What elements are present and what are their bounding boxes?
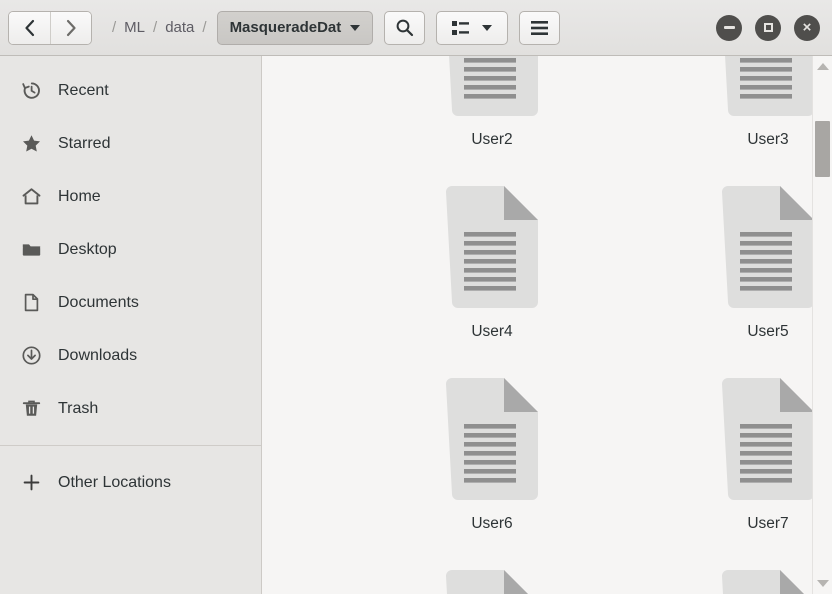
scrollbar-thumb[interactable] [815, 121, 830, 178]
file-item[interactable] [630, 560, 832, 594]
file-label: User7 [747, 515, 789, 532]
close-button[interactable]: × [794, 14, 820, 41]
file-label: User3 [747, 131, 789, 148]
home-icon [20, 186, 42, 208]
breadcrumb-separator: / [112, 19, 117, 36]
view-mode-button[interactable] [436, 10, 509, 45]
main-menu-button[interactable] [519, 10, 561, 45]
folder-icon [20, 239, 42, 261]
sidebar-item-trash[interactable]: Trash [0, 382, 261, 435]
sidebar: Recent Starred Home Desktop Documents Do… [0, 56, 262, 594]
breadcrumb-item-data[interactable]: data [165, 19, 194, 36]
sidebar-item-starred[interactable]: Starred [0, 117, 261, 170]
forward-button[interactable] [50, 11, 91, 44]
text-document-icon [718, 186, 818, 314]
file-grid: User2 User3 User4 User5 User6 User7 [262, 56, 832, 594]
breadcrumb-separator: / [202, 19, 207, 36]
file-item[interactable]: User4 [354, 176, 630, 368]
close-icon: × [802, 19, 812, 36]
star-icon [20, 133, 42, 155]
clock-history-icon [20, 80, 42, 102]
sidebar-item-label: Desktop [58, 240, 117, 258]
vertical-scrollbar[interactable] [812, 56, 832, 594]
file-item[interactable] [354, 560, 630, 594]
window-body: Recent Starred Home Desktop Documents Do… [0, 56, 832, 594]
scroll-up-arrow-icon[interactable] [816, 63, 829, 70]
file-item[interactable]: User6 [354, 368, 630, 560]
search-button[interactable] [384, 10, 426, 45]
sidebar-item-recent[interactable]: Recent [0, 64, 261, 117]
file-item[interactable]: User7 [630, 368, 832, 560]
sidebar-item-label: Documents [58, 293, 139, 311]
trash-icon [20, 398, 42, 420]
text-document-icon [718, 56, 818, 122]
chevron-down-icon [482, 24, 493, 31]
maximize-button[interactable] [755, 14, 781, 41]
breadcrumb: / ML / data / MasqueradeDat [104, 0, 374, 55]
window-controls: × [716, 14, 824, 41]
navigation-buttons [8, 10, 92, 45]
chevron-right-icon [66, 19, 76, 36]
header-bar: / ML / data / MasqueradeDat × [0, 0, 832, 56]
sidebar-item-label: Downloads [58, 346, 138, 364]
text-document-icon [442, 378, 542, 506]
plus-icon [20, 472, 42, 494]
sidebar-item-label: Trash [58, 399, 99, 417]
text-document-icon [442, 570, 542, 594]
hamburger-menu-icon [531, 20, 549, 35]
download-icon [20, 345, 42, 367]
file-label: User6 [471, 515, 513, 532]
chevron-left-icon [24, 19, 34, 36]
scrollbar-track[interactable] [813, 70, 832, 580]
chevron-down-icon [350, 24, 361, 31]
sidebar-item-home[interactable]: Home [0, 170, 261, 223]
breadcrumb-separator: / [153, 19, 158, 36]
text-document-icon [718, 378, 818, 506]
sidebar-item-other-locations[interactable]: Other Locations [0, 456, 261, 509]
file-manager-window: / ML / data / MasqueradeDat × Recent Sta… [0, 0, 832, 594]
sidebar-item-label: Other Locations [58, 473, 171, 491]
breadcrumb-item-ml[interactable]: ML [124, 19, 145, 36]
breadcrumb-item-current[interactable]: MasqueradeDat [216, 10, 374, 45]
document-icon [20, 292, 42, 314]
text-document-icon [442, 56, 542, 122]
list-view-icon [452, 20, 470, 35]
sidebar-item-downloads[interactable]: Downloads [0, 329, 261, 382]
breadcrumb-current-label: MasqueradeDat [229, 19, 342, 36]
minimize-icon [723, 26, 735, 29]
file-item[interactable]: User5 [630, 176, 832, 368]
sidebar-item-desktop[interactable]: Desktop [0, 223, 261, 276]
file-grid-view[interactable]: User2 User3 User4 User5 User6 User7 [262, 56, 832, 594]
sidebar-separator [0, 445, 261, 446]
text-document-icon [718, 570, 818, 594]
text-document-icon [442, 186, 542, 314]
sidebar-item-documents[interactable]: Documents [0, 276, 261, 329]
file-label: User4 [471, 323, 513, 340]
search-icon [396, 19, 414, 37]
sidebar-item-label: Recent [58, 81, 109, 99]
file-item[interactable]: User2 [354, 56, 630, 176]
minimize-button[interactable] [716, 14, 742, 41]
file-item[interactable]: User3 [630, 56, 832, 176]
maximize-icon [763, 23, 773, 32]
file-label: User2 [471, 131, 513, 148]
sidebar-item-label: Starred [58, 134, 111, 152]
sidebar-item-label: Home [58, 187, 101, 205]
file-label: User5 [747, 323, 789, 340]
scroll-down-arrow-icon[interactable] [816, 580, 829, 587]
back-button[interactable] [9, 11, 50, 44]
